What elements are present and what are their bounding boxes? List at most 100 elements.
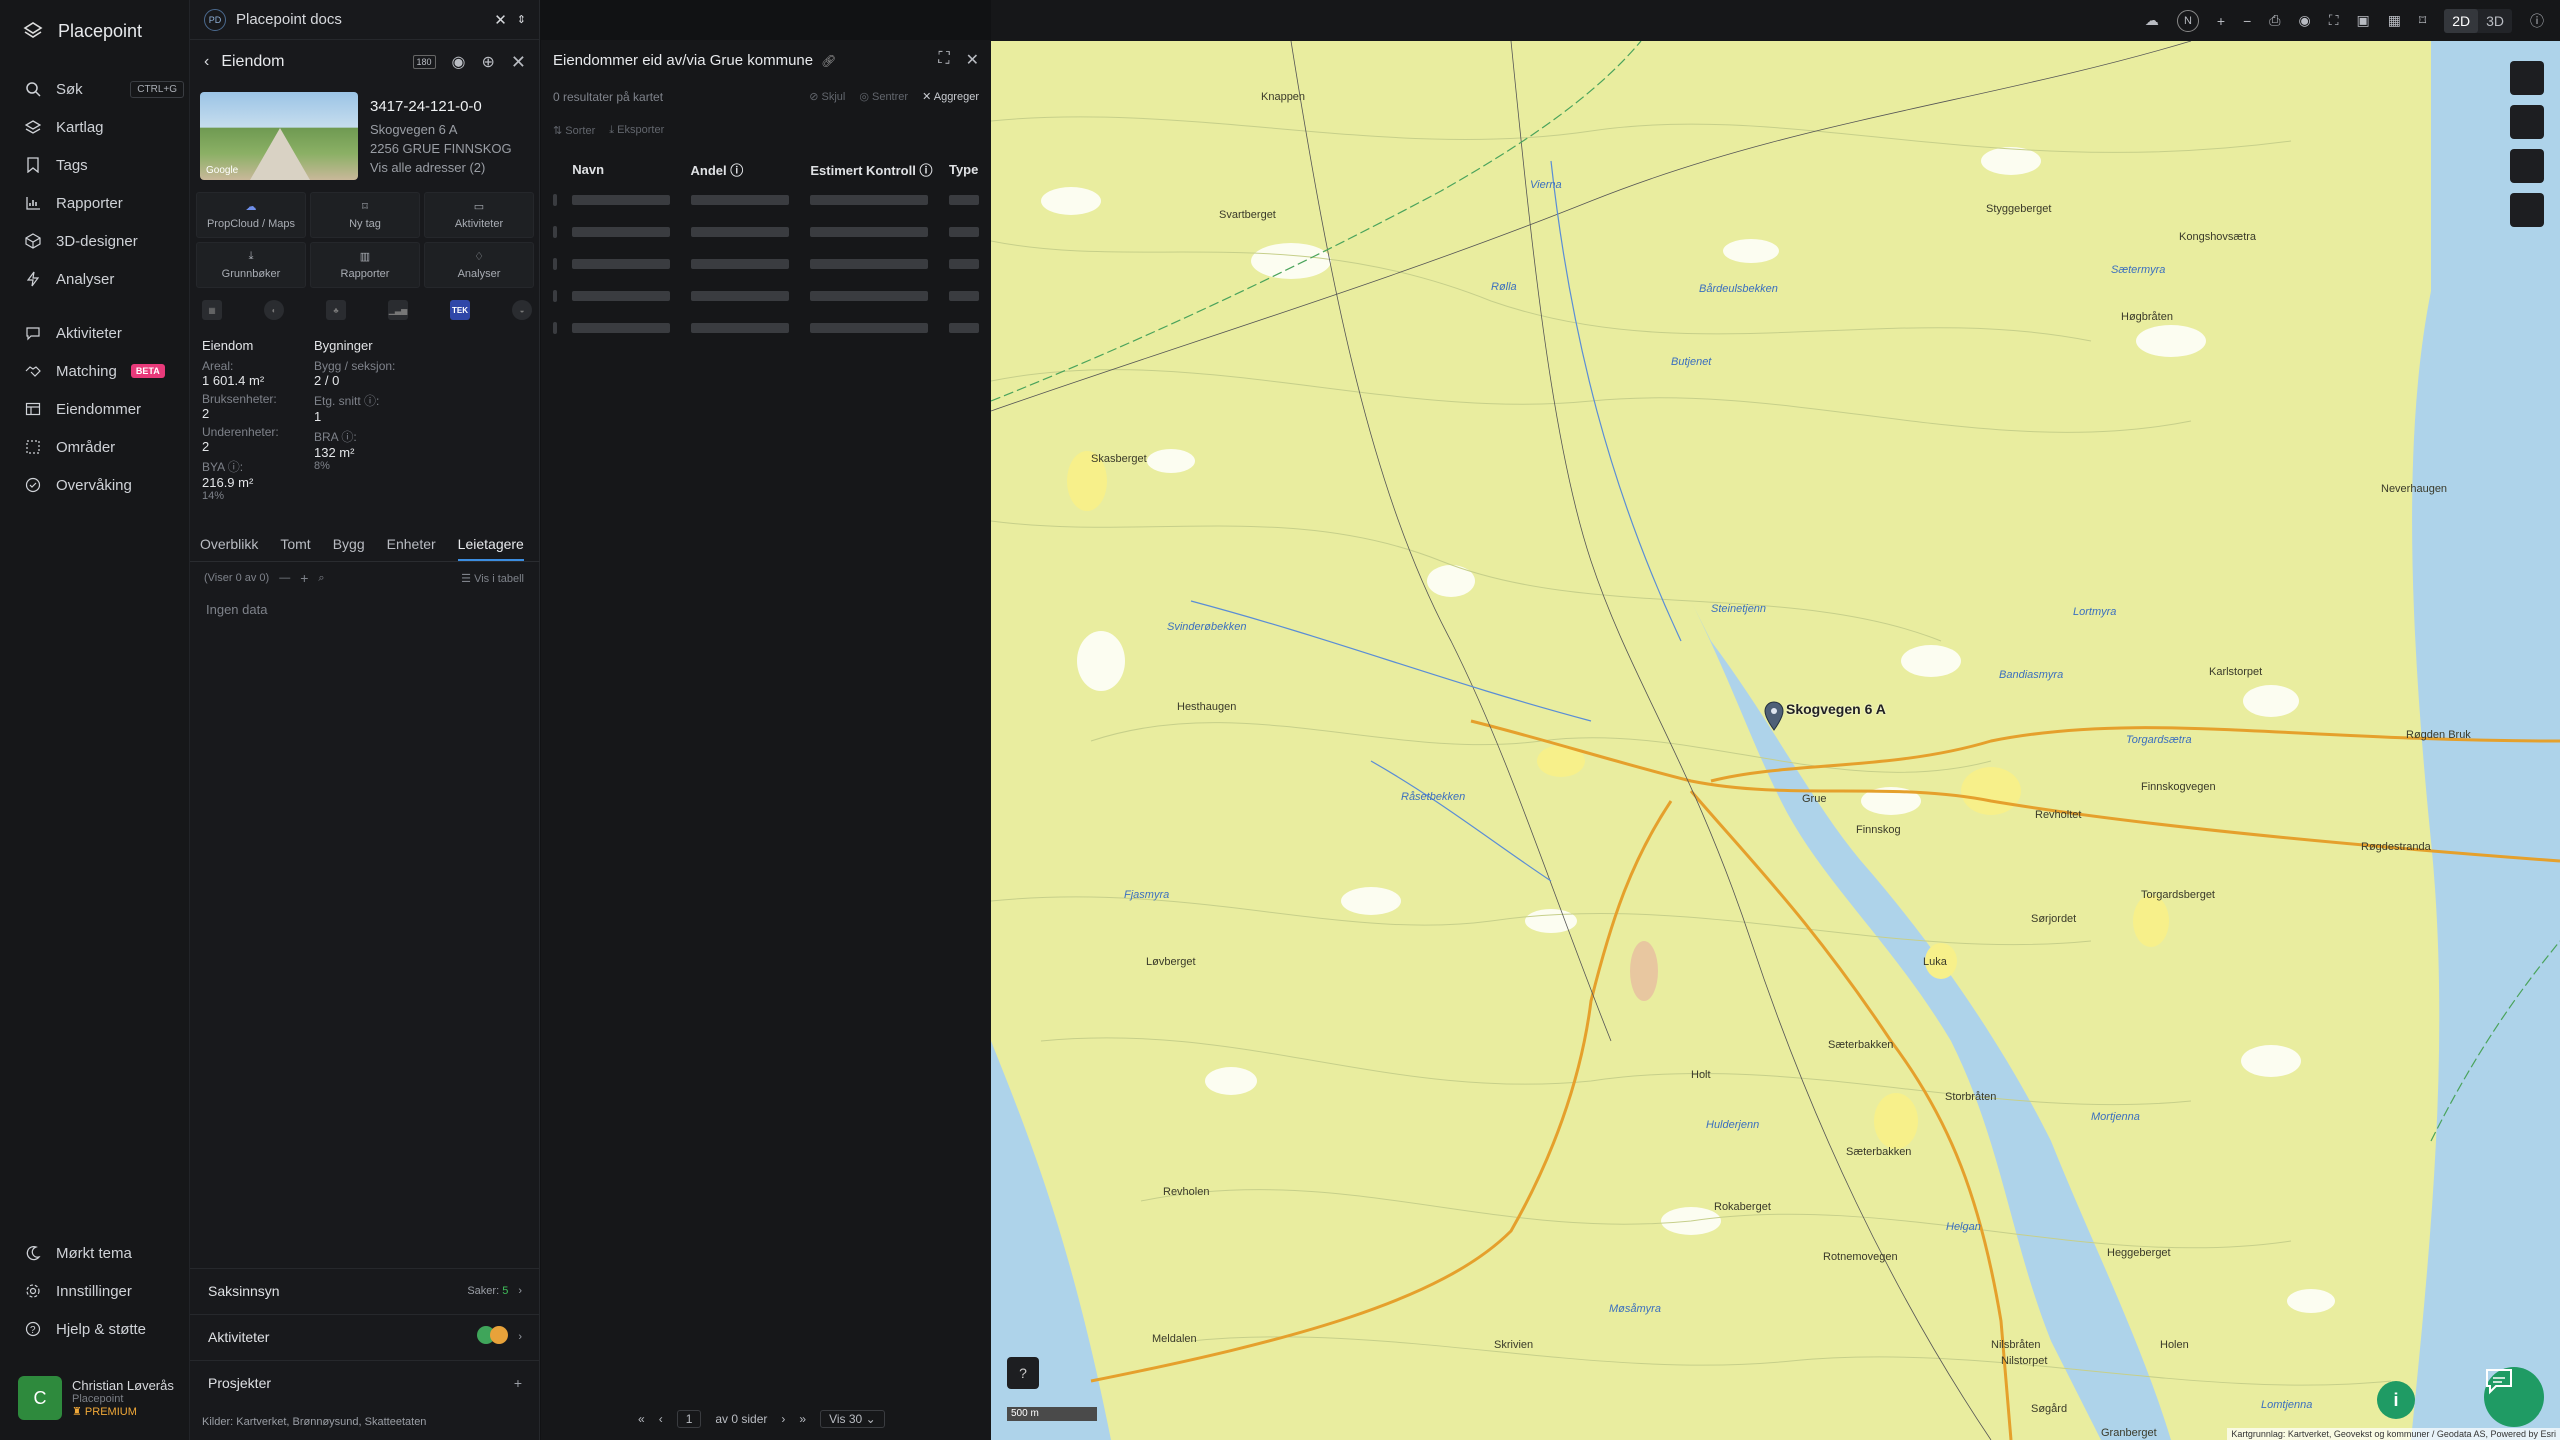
- map-canvas[interactable]: Knappen Svartberget Styggeberget Kongshovsæ…: [991, 41, 2560, 1440]
- zoom-out-icon[interactable]: −: [2243, 13, 2251, 29]
- table-icon: [24, 400, 42, 418]
- propcloud-button[interactable]: ☁ PropCloud / Maps: [196, 192, 306, 238]
- fullscreen-icon[interactable]: ⛶: [938, 50, 949, 70]
- more-icon[interactable]: ◒: [512, 300, 532, 320]
- reports-button[interactable]: ▥ Rapporter: [310, 242, 420, 288]
- tab-enheter[interactable]: Enheter: [387, 532, 436, 561]
- grunnboker-button[interactable]: ⤓ Grunnbøker: [196, 242, 306, 288]
- info-icon[interactable]: ⓘ: [2530, 11, 2544, 31]
- hide-button[interactable]: ⊘ Skjul: [809, 90, 845, 103]
- map-help-button[interactable]: ?: [1007, 1357, 1039, 1389]
- plus-icon[interactable]: +: [300, 570, 308, 586]
- sort-button[interactable]: ⇅ Sorter: [553, 124, 595, 137]
- aktiviteter-section[interactable]: Aktiviteter ›: [190, 1314, 540, 1358]
- table-row[interactable]: [553, 216, 991, 248]
- prev-page-icon[interactable]: ‹: [659, 1412, 663, 1426]
- table-row[interactable]: [553, 184, 991, 216]
- signal-bars-icon[interactable]: ▁▃▅: [388, 300, 408, 320]
- cloud-icon[interactable]: ☁: [2145, 12, 2159, 29]
- nav-item-matching[interactable]: Matching BETA: [24, 356, 184, 386]
- activities-button[interactable]: ▭ Aktiviteter: [424, 192, 534, 238]
- nav-item-3d-designer[interactable]: 3D-designer: [24, 226, 184, 256]
- source-link[interactable]: Brønnøysund,: [293, 1416, 362, 1428]
- column-header[interactable]: Type: [949, 154, 991, 184]
- center-button[interactable]: ◎ Sentrer: [859, 90, 908, 103]
- bookmark-icon[interactable]: ⌑: [2419, 12, 2426, 29]
- first-page-icon[interactable]: «: [638, 1412, 645, 1426]
- close-icon[interactable]: ✕: [494, 11, 507, 29]
- column-header[interactable]: Navn: [572, 154, 690, 184]
- print-icon[interactable]: ⎙: [2269, 12, 2280, 29]
- nav-item-settings[interactable]: Innstillinger: [24, 1276, 184, 1306]
- table-row[interactable]: [553, 280, 991, 312]
- tab-overblikk[interactable]: Overblikk: [200, 532, 258, 561]
- nav-item-aktiviteter[interactable]: Aktiviteter: [24, 318, 184, 348]
- nav-item-rapporter[interactable]: Rapporter: [24, 188, 184, 218]
- tab-bygg[interactable]: Bygg: [333, 532, 365, 561]
- street-view-thumbnail[interactable]: Google: [200, 92, 358, 180]
- nav-item-eiendommer[interactable]: Eiendommer: [24, 394, 184, 424]
- header-badge[interactable]: 180: [412, 55, 436, 69]
- table-row[interactable]: [553, 312, 991, 344]
- nav-item-search[interactable]: Søk CTRL+G: [24, 74, 184, 104]
- stats-tool-icon[interactable]: [2510, 149, 2544, 183]
- column-header[interactable]: Andel ⓘ: [691, 154, 811, 184]
- all-addresses-link[interactable]: Vis alle adresser (2): [370, 158, 530, 177]
- zoom-in-icon[interactable]: +: [2217, 13, 2225, 29]
- minus-icon[interactable]: —: [279, 572, 290, 584]
- terrain-tool-icon[interactable]: [2510, 193, 2544, 227]
- mode-2d-button[interactable]: 2D: [2444, 8, 2479, 33]
- next-page-icon[interactable]: ›: [781, 1412, 785, 1426]
- grid-icon[interactable]: ▦: [2388, 12, 2401, 29]
- eye-icon[interactable]: ◉: [2299, 12, 2311, 29]
- page-size-select[interactable]: Vis 30 ⌄: [820, 1410, 885, 1428]
- close-panel-icon[interactable]: ✕: [511, 52, 526, 73]
- tab-tomt[interactable]: Tomt: [280, 532, 310, 561]
- measure-tool-icon[interactable]: [2510, 105, 2544, 139]
- source-link[interactable]: Kartverket,: [236, 1416, 289, 1428]
- locate-icon[interactable]: ⊕: [482, 52, 495, 72]
- table-row[interactable]: [553, 248, 991, 280]
- fullscreen-icon[interactable]: ⛶: [2329, 12, 2339, 29]
- saksinnsyn-section[interactable]: Saksinnsyn Saker: 5 ›: [190, 1268, 540, 1312]
- plant-icon[interactable]: ♣: [326, 300, 346, 320]
- add-icon[interactable]: +: [514, 1375, 522, 1391]
- nav-item-overvaking[interactable]: Overvåking: [24, 470, 184, 500]
- docs-bar[interactable]: PD Placepoint docs ✕ ⇕: [190, 0, 540, 40]
- link-icon[interactable]: 🔗︎: [821, 54, 836, 68]
- nav-item-tags[interactable]: Tags: [24, 150, 184, 180]
- nav-item-dark-theme[interactable]: Mørkt tema: [24, 1238, 184, 1268]
- expand-collapse-icon[interactable]: ⇕: [517, 13, 526, 26]
- analyses-button[interactable]: ♢ Analyser: [424, 242, 534, 288]
- compass-button[interactable]: N: [2176, 9, 2199, 32]
- new-tag-button[interactable]: ⌑ Ny tag: [310, 192, 420, 238]
- last-page-icon[interactable]: »: [799, 1412, 806, 1426]
- table-view-toggle[interactable]: ☰ Vis i tabell: [461, 572, 524, 585]
- globe-icon[interactable]: ◐: [264, 300, 284, 320]
- user-profile[interactable]: C Christian Løverås Placepoint ♜ PREMIUM: [18, 1372, 178, 1424]
- tab-leietagere[interactable]: Leietagere: [457, 532, 524, 561]
- nav-item-kartlag[interactable]: Kartlag: [24, 112, 184, 142]
- info-button[interactable]: i: [2377, 1381, 2415, 1419]
- source-link[interactable]: Skatteetaten: [365, 1416, 427, 1428]
- document-icon[interactable]: ▦: [202, 300, 222, 320]
- prosjekter-section[interactable]: Prosjekter +: [190, 1360, 540, 1404]
- back-arrow-icon[interactable]: ‹: [204, 53, 209, 71]
- camera-icon[interactable]: ▣: [2357, 12, 2370, 29]
- search-icon[interactable]: ⌕: [318, 572, 324, 585]
- chat-button[interactable]: [2484, 1367, 2544, 1427]
- tek-badge[interactable]: TEK: [450, 300, 470, 320]
- user-name: Christian Løverås: [72, 1378, 174, 1393]
- draw-tool-icon[interactable]: [2510, 61, 2544, 95]
- eye-icon[interactable]: ◉: [452, 52, 466, 72]
- page-input[interactable]: 1: [676, 1410, 702, 1428]
- export-button[interactable]: ⤓ Eksporter: [609, 124, 664, 137]
- column-header[interactable]: Estimert Kontroll ⓘ: [810, 154, 949, 184]
- mode-3d-button[interactable]: 3D: [2478, 9, 2512, 33]
- nav-item-help[interactable]: ? Hjelp & støtte: [24, 1314, 184, 1344]
- brand[interactable]: Placepoint: [22, 20, 142, 42]
- close-icon[interactable]: ✕: [966, 50, 979, 70]
- aggregate-button[interactable]: ✕ Aggreger: [922, 90, 979, 103]
- nav-item-analyser[interactable]: Analyser: [24, 264, 184, 294]
- nav-item-omrader[interactable]: Områder: [24, 432, 184, 462]
